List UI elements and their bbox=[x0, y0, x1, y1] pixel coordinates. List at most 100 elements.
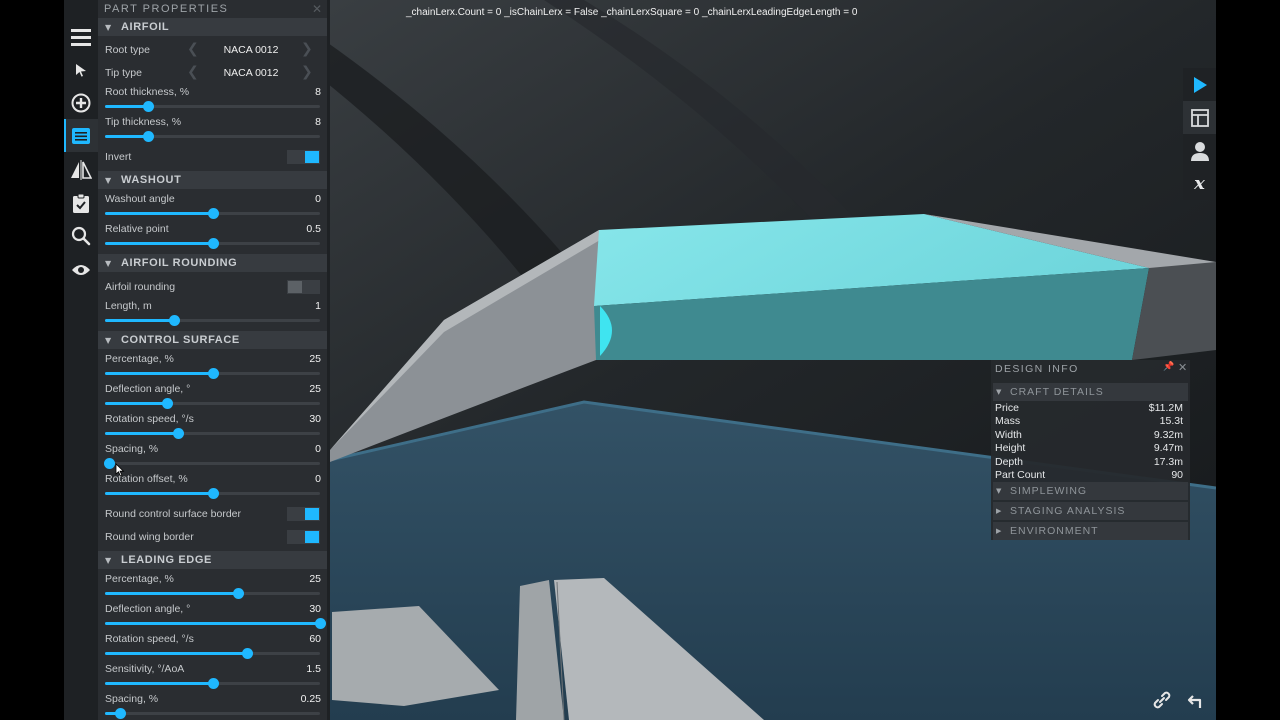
search-icon[interactable] bbox=[64, 219, 98, 252]
le-spacing-slider[interactable] bbox=[105, 708, 320, 719]
tip-type-next-icon[interactable]: ❯ bbox=[301, 64, 313, 80]
round-cs-border-toggle[interactable] bbox=[287, 507, 320, 521]
panel-title: PART PROPERTIES bbox=[104, 3, 229, 15]
tip-thickness-slider[interactable] bbox=[105, 131, 320, 142]
cs-percentage-value: 25 bbox=[309, 353, 321, 365]
menu-icon[interactable] bbox=[64, 20, 98, 53]
section-airfoil-rounding-label: AIRFOIL ROUNDING bbox=[121, 257, 238, 269]
cs-percentage-slider[interactable] bbox=[105, 368, 320, 379]
le-percentage-slider[interactable] bbox=[105, 588, 320, 599]
le-sensitivity-slider[interactable] bbox=[105, 678, 320, 689]
collapse-arrow-icon: ▼ bbox=[996, 487, 1002, 495]
section-staging-analysis[interactable]: ▶ STAGING ANALYSIS bbox=[993, 502, 1188, 520]
slider-knob[interactable] bbox=[207, 208, 219, 219]
panel-scrollbar[interactable] bbox=[327, 0, 330, 720]
slider-knob[interactable] bbox=[143, 101, 154, 112]
slider-knob[interactable] bbox=[143, 131, 154, 142]
craft-detail-value: 9.47m bbox=[1153, 442, 1183, 455]
section-leading-edge-label: LEADING EDGE bbox=[121, 554, 212, 566]
view-eye-icon[interactable] bbox=[64, 253, 98, 286]
part-properties-icon[interactable] bbox=[64, 119, 98, 152]
section-airfoil-label: AIRFOIL bbox=[121, 21, 170, 33]
section-craft-details[interactable]: ▼ CRAFT DETAILS bbox=[993, 383, 1188, 401]
root-thickness-value: 8 bbox=[315, 86, 321, 98]
invert-label: Invert bbox=[105, 151, 132, 163]
section-control-surface-label: CONTROL SURFACE bbox=[121, 334, 240, 346]
undo-icon[interactable] bbox=[1181, 686, 1209, 714]
cs-rotation-speed-slider[interactable] bbox=[105, 428, 320, 439]
cs-deflection-angle-slider[interactable] bbox=[105, 398, 320, 409]
section-airfoil[interactable]: ▼ AIRFOIL bbox=[98, 18, 327, 36]
section-environment[interactable]: ▶ ENVIRONMENT bbox=[993, 522, 1188, 540]
slider-knob[interactable] bbox=[162, 398, 174, 409]
design-info-title: DESIGN INFO bbox=[995, 363, 1079, 375]
slider-knob[interactable] bbox=[115, 708, 127, 719]
variable-x-icon[interactable]: x bbox=[1183, 167, 1216, 200]
section-washout[interactable]: ▼ WASHOUT bbox=[98, 171, 327, 189]
root-type-label: Root type bbox=[105, 44, 150, 56]
cs-percentage-label: Percentage, % bbox=[105, 353, 174, 365]
le-deflection-angle-value: 30 bbox=[309, 603, 321, 615]
play-icon[interactable] bbox=[1183, 68, 1216, 101]
invert-toggle[interactable] bbox=[287, 150, 320, 164]
panel-close-icon[interactable]: ✕ bbox=[312, 2, 322, 16]
slider-knob[interactable] bbox=[168, 315, 180, 326]
le-sensitivity-label: Sensitivity, °/AoA bbox=[105, 663, 185, 675]
craft-detail-value: 9.32m bbox=[1153, 428, 1183, 441]
slider-knob[interactable] bbox=[207, 678, 219, 689]
layout-panel-icon[interactable] bbox=[1183, 101, 1216, 134]
symmetry-icon[interactable] bbox=[64, 153, 98, 186]
add-part-icon[interactable] bbox=[64, 86, 98, 119]
collapse-arrow-icon: ▼ bbox=[105, 555, 112, 565]
root-type-next-icon[interactable]: ❯ bbox=[301, 41, 313, 57]
section-craft-details-label: CRAFT DETAILS bbox=[1010, 386, 1104, 398]
round-wing-border-label: Round wing border bbox=[105, 531, 194, 543]
root-thickness-slider[interactable] bbox=[105, 101, 320, 112]
slider-knob[interactable] bbox=[233, 588, 245, 599]
slider-knob[interactable] bbox=[173, 428, 185, 439]
root-thickness-label: Root thickness, % bbox=[105, 86, 190, 98]
section-simplewing[interactable]: ▼ SIMPLEWING bbox=[993, 482, 1188, 500]
length-slider[interactable] bbox=[105, 315, 320, 326]
round-wing-border-toggle[interactable] bbox=[287, 530, 320, 544]
cs-spacing-slider[interactable] bbox=[104, 458, 320, 469]
section-airfoil-rounding[interactable]: ▼ AIRFOIL ROUNDING bbox=[98, 254, 327, 272]
section-environment-label: ENVIRONMENT bbox=[1010, 525, 1099, 537]
mouse-cursor-icon bbox=[115, 463, 125, 477]
pin-icon[interactable]: 📌 bbox=[1163, 362, 1174, 372]
user-icon[interactable] bbox=[1183, 134, 1216, 167]
part-properties-panel: PART PROPERTIES ✕ ▼ AIRFOIL Root type ❮ … bbox=[98, 0, 330, 720]
collapse-arrow-icon: ▼ bbox=[105, 175, 112, 185]
slider-knob[interactable] bbox=[315, 618, 326, 629]
slider-knob[interactable] bbox=[241, 648, 253, 659]
airfoil-rounding-toggle[interactable] bbox=[287, 280, 320, 294]
tip-type-value: NACA 0012 bbox=[223, 67, 279, 79]
le-rotation-speed-value: 60 bbox=[309, 633, 321, 645]
cs-rotation-offset-value: 0 bbox=[315, 473, 321, 485]
left-toolbar bbox=[64, 0, 98, 720]
slider-knob[interactable] bbox=[207, 368, 219, 379]
le-percentage-value: 25 bbox=[309, 573, 321, 585]
section-leading-edge[interactable]: ▼ LEADING EDGE bbox=[98, 551, 327, 569]
section-simplewing-label: SIMPLEWING bbox=[1010, 485, 1088, 497]
relative-point-value: 0.5 bbox=[306, 223, 321, 235]
checklist-icon[interactable] bbox=[64, 186, 98, 219]
relative-point-slider[interactable] bbox=[105, 238, 320, 249]
link-icon[interactable] bbox=[1148, 686, 1176, 714]
relative-point-label: Relative point bbox=[105, 223, 169, 235]
cs-rotation-offset-slider[interactable] bbox=[105, 488, 320, 499]
section-staging-analysis-label: STAGING ANALYSIS bbox=[1010, 505, 1126, 517]
design-info-close-icon[interactable]: ✕ bbox=[1178, 361, 1187, 374]
section-control-surface[interactable]: ▼ CONTROL SURFACE bbox=[98, 331, 327, 349]
le-deflection-angle-slider[interactable] bbox=[105, 618, 326, 629]
expand-arrow-icon: ▶ bbox=[996, 507, 1002, 515]
slider-knob[interactable] bbox=[104, 458, 116, 469]
select-arrow-icon[interactable] bbox=[64, 53, 98, 86]
le-rotation-speed-slider[interactable] bbox=[105, 648, 320, 659]
slider-knob[interactable] bbox=[207, 238, 219, 249]
collapse-arrow-icon: ▼ bbox=[105, 258, 112, 268]
slider-knob[interactable] bbox=[207, 488, 219, 499]
washout-angle-slider[interactable] bbox=[105, 208, 320, 219]
craft-detail-label: Depth bbox=[995, 455, 1024, 468]
cs-rotation-speed-label: Rotation speed, °/s bbox=[105, 413, 194, 425]
